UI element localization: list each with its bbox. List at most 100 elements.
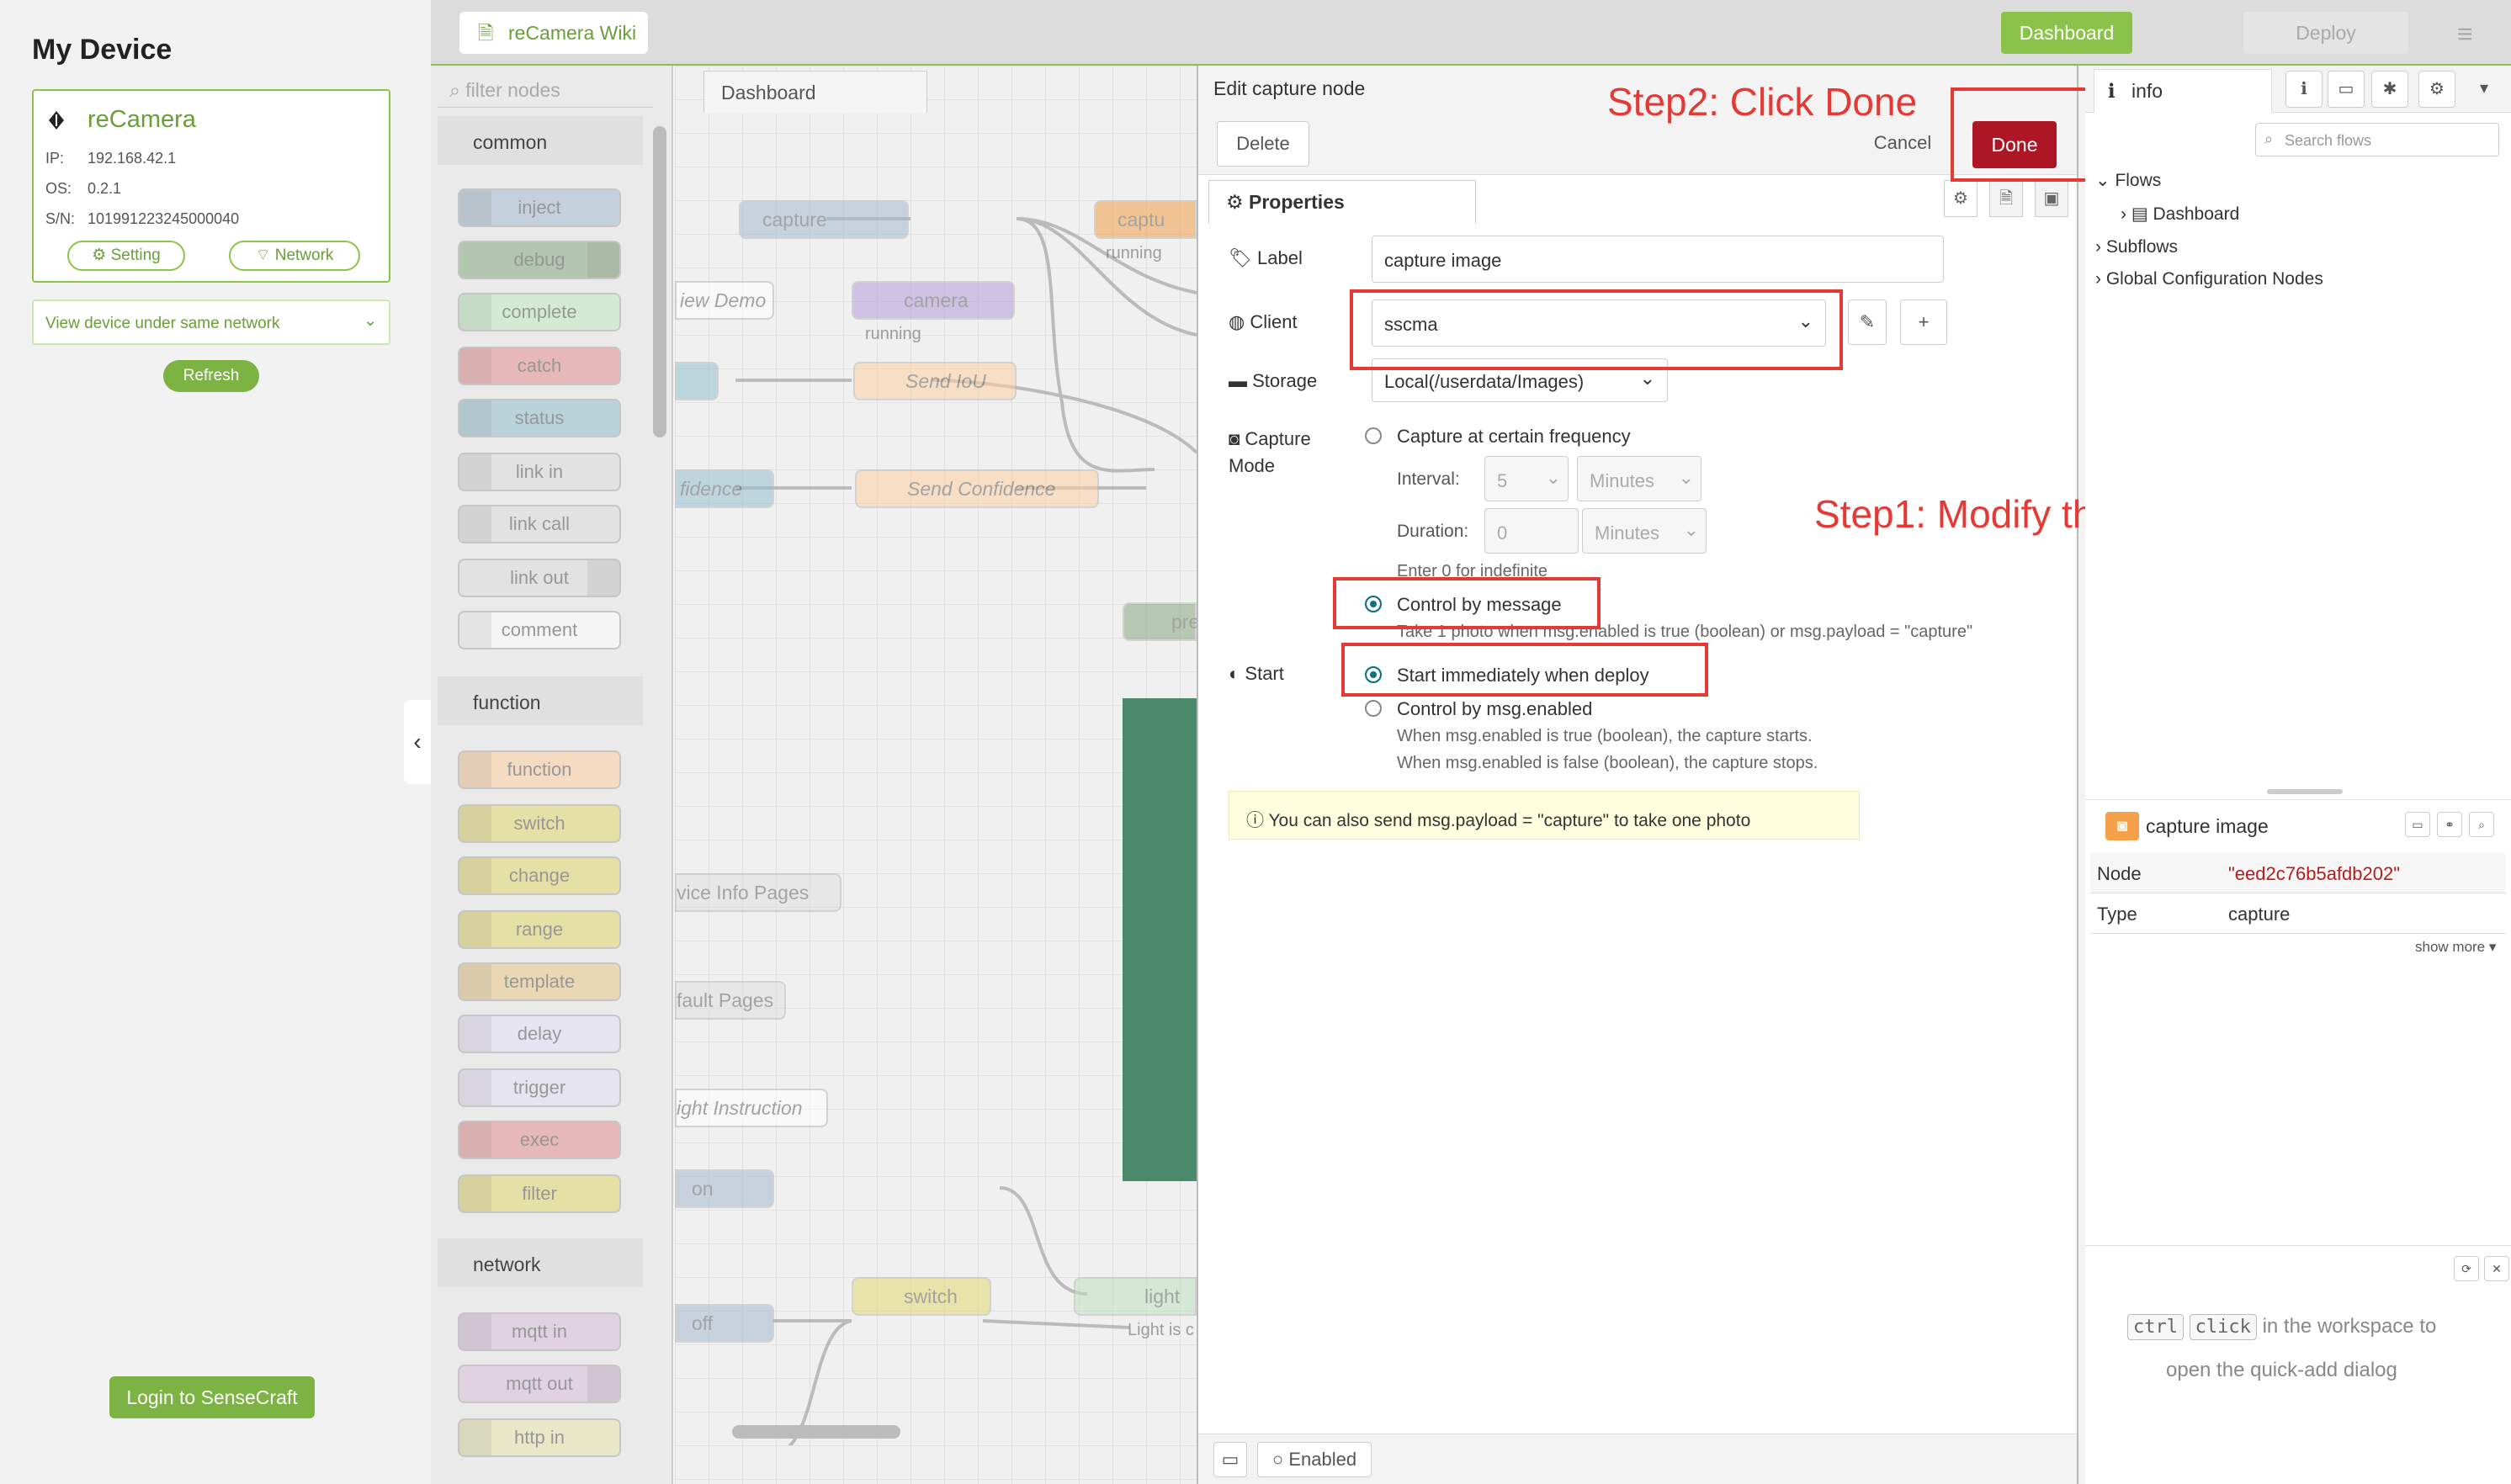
palette-node-filter[interactable]: filter [458, 1174, 621, 1213]
debug-bug-icon[interactable]: ✱ [2371, 71, 2408, 108]
palette-node-delay[interactable]: delay [458, 1015, 621, 1053]
search-icon: ⌕ [2264, 130, 2274, 147]
delete-button[interactable]: Delete [1217, 121, 1309, 167]
palette-node-status[interactable]: status [458, 399, 621, 437]
start-hint-1: When msg.enabled is true (boolean), the … [1397, 727, 1813, 745]
palette-category-network[interactable]: network [438, 1238, 643, 1287]
device-card[interactable]: reCamera IP: 192.168.42.1 OS: 0.2.1 S/N: 10… [32, 89, 390, 283]
sidebar-resize-handle[interactable] [2267, 789, 2343, 794]
add-client-plus-icon[interactable]: + [1900, 299, 1947, 345]
flow-node-partial[interactable] [675, 362, 719, 400]
palette-node-range[interactable]: range [458, 910, 621, 949]
palette-node-template[interactable]: template [458, 962, 621, 1001]
palette-scrollbar[interactable] [653, 126, 666, 437]
flow-node-capture-partial[interactable]: captu [1094, 200, 1197, 239]
flow-node-camera[interactable]: camera [852, 281, 1015, 320]
edit-client-pencil-icon[interactable]: ✎ [1848, 299, 1887, 345]
config-gear-icon[interactable]: ⚙ [2418, 71, 2455, 108]
chevron-right-icon: › [2121, 204, 2131, 224]
flow-comment-light-instruction[interactable]: ight Instruction [675, 1089, 828, 1127]
node-search-icon[interactable]: ⌕ [2469, 812, 2494, 837]
network-button[interactable]: ⌔ Network [229, 241, 360, 271]
wifi-icon: ⌔ [255, 246, 275, 264]
camera-icon: ◙ [2105, 812, 2139, 840]
book-icon[interactable]: ▭ [1213, 1442, 1247, 1477]
duration-input[interactable]: 0 [1484, 508, 1579, 554]
search-flows-input[interactable]: ⌕ Search flows [2255, 123, 2499, 156]
palette-node-link-out[interactable]: link out [458, 559, 621, 597]
palette-node-link-call[interactable]: link call [458, 505, 621, 543]
wiki-button[interactable]: 🗎 reCamera Wiki [459, 12, 648, 54]
flow-comment-view-demo[interactable]: iew Demo [675, 281, 774, 320]
menu-icon[interactable]: ≡ [2457, 19, 2486, 49]
workspace-hscrollbar[interactable] [732, 1425, 900, 1439]
tree-dashboard[interactable]: › ▤ Dashboard [2121, 204, 2239, 225]
palette-category-function[interactable]: function [438, 676, 643, 725]
appearance-tab-icon[interactable]: ▣ [2035, 180, 2068, 217]
palette-node-debug[interactable]: debug [458, 241, 621, 279]
description-tab-icon[interactable]: 🗎 [1989, 180, 2023, 217]
palette-node-mqtt-in[interactable]: mqtt in [458, 1312, 621, 1351]
deploy-button[interactable]: Deploy [2243, 12, 2408, 54]
refresh-button[interactable]: Refresh [163, 360, 259, 392]
radio-capture-frequency[interactable] [1365, 427, 1382, 444]
enabled-toggle[interactable]: ○ Enabled [1257, 1442, 1372, 1477]
palette-node-switch[interactable]: switch [458, 804, 621, 843]
collapse-sidebar-button[interactable]: ‹ [404, 700, 431, 784]
help-book-icon[interactable]: ▭ [2328, 71, 2365, 108]
flow-node-capture[interactable]: capture [739, 200, 909, 239]
refresh-icon[interactable]: ⟳ [2454, 1256, 2479, 1281]
login-button[interactable]: Login to SenseCraft [109, 1376, 315, 1418]
flow-node-light[interactable]: light [1074, 1277, 1197, 1316]
flow-node-confidence-partial[interactable]: fidence [675, 469, 774, 508]
dashboard-button[interactable]: Dashboard [2001, 12, 2132, 54]
label-input[interactable]: capture image [1372, 236, 1944, 283]
palette-node-catch[interactable]: catch [458, 347, 621, 385]
tree-subflows[interactable]: › Subflows [2095, 237, 2178, 257]
tag-icon: 🏷 [1229, 247, 1258, 268]
flow-wires [735, 217, 1197, 1445]
radio-control-by-enabled[interactable] [1365, 700, 1382, 717]
flow-node-pre-partial[interactable]: pre [1123, 602, 1199, 641]
palette-node-comment[interactable]: comment [458, 611, 621, 649]
sidebar-menu-chevron-icon[interactable]: ▾ [2466, 71, 2503, 108]
tree-flows[interactable]: ⌄ Flows [2095, 170, 2161, 191]
flow-node-send-iou[interactable]: Send IoU [853, 362, 1017, 400]
chevron-down-icon: ⌄ [2095, 171, 2116, 190]
palette-node-trigger[interactable]: trigger [458, 1068, 621, 1107]
palette-category-common[interactable]: common [438, 116, 643, 165]
interval-select[interactable]: 5 ⌄ [1484, 456, 1569, 501]
close-icon[interactable]: ✕ [2484, 1256, 2509, 1281]
flow-node-on[interactable]: on [675, 1169, 774, 1208]
palette-node-http-in[interactable]: http in [458, 1418, 621, 1457]
flow-node-switch[interactable]: switch [852, 1277, 991, 1316]
flow-group-default-pages[interactable]: fault Pages [675, 981, 786, 1020]
tab-info[interactable]: ℹ info [2094, 69, 2272, 113]
duration-unit-select[interactable]: Minutes ⌄ [1582, 508, 1707, 554]
flow-node-send-confidence[interactable]: Send Confidence [855, 469, 1099, 508]
node-help-book-icon[interactable]: ▭ [2405, 812, 2430, 837]
setting-button[interactable]: ⚙ Setting [67, 241, 185, 271]
tab-properties[interactable]: ⚙ Properties [1208, 180, 1476, 224]
interval-unit-select[interactable]: Minutes ⌄ [1577, 456, 1701, 501]
node-info-title: capture image [2146, 815, 2269, 837]
info-tab-icon[interactable]: ℹ [2285, 71, 2323, 108]
palette-node-link-in[interactable]: link in [458, 453, 621, 491]
palette-node-mqtt-out[interactable]: mqtt out [458, 1365, 621, 1403]
node-link-icon[interactable]: ⚭ [2437, 812, 2462, 837]
palette-node-exec[interactable]: exec [458, 1121, 621, 1159]
device-panel: My Device reCamera IP: 192.168.42.1 OS: 0.… [0, 0, 431, 1484]
palette-node-complete[interactable]: complete [458, 293, 621, 331]
tree-global-config[interactable]: › Global Configuration Nodes [2095, 269, 2323, 289]
device-name: reCamera [88, 106, 196, 133]
filter-nodes-input[interactable]: ⌕ filter nodes [438, 71, 653, 108]
flow-node-off[interactable]: off [675, 1304, 774, 1343]
settings-tab-gear-icon[interactable]: ⚙ [1944, 180, 1977, 217]
palette-node-change[interactable]: change [458, 856, 621, 895]
flow-group-device-info[interactable]: vice Info Pages [675, 873, 841, 912]
palette-node-inject[interactable]: inject [458, 188, 621, 227]
show-more-link[interactable]: show more ▾ [2415, 939, 2496, 956]
cancel-button[interactable]: Cancel [1856, 121, 1949, 167]
same-network-dropdown[interactable]: View device under same network ⌄ [32, 299, 390, 345]
palette-node-function[interactable]: function [458, 750, 621, 789]
